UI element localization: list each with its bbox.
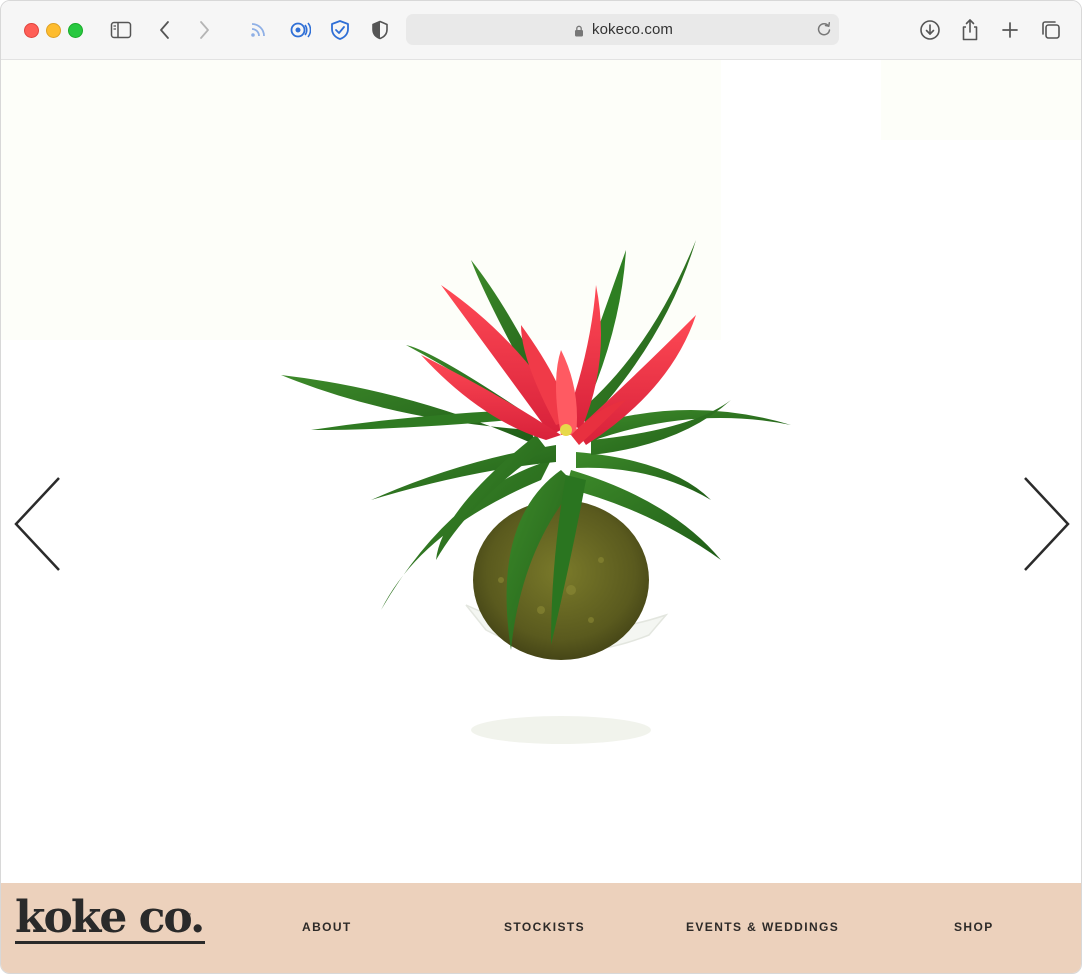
- extension-icon[interactable]: [286, 17, 312, 43]
- rss-icon[interactable]: [245, 17, 271, 43]
- nav-stockists-link[interactable]: STOCKISTS: [504, 920, 585, 934]
- new-tab-icon[interactable]: [997, 17, 1023, 43]
- privacy-shield-icon[interactable]: [367, 17, 393, 43]
- site-footer-nav: koke co. ™ ABOUT STOCKISTS EVENTS & WEDD…: [1, 883, 1081, 973]
- browser-toolbar: kokeco.com: [1, 1, 1081, 60]
- plant-image: [271, 230, 811, 755]
- address-bar[interactable]: kokeco.com: [406, 14, 839, 45]
- browser-window: kokeco.com koke co. ™ ABOUT STOCKISTS EV…: [0, 0, 1082, 974]
- zoom-window-button[interactable]: [68, 23, 83, 38]
- reload-icon[interactable]: [815, 20, 833, 43]
- close-window-button[interactable]: [24, 23, 39, 38]
- nav-shop-link[interactable]: SHOP: [954, 920, 994, 934]
- lock-icon: [574, 24, 584, 42]
- download-icon[interactable]: [917, 17, 943, 43]
- logo-underline: [15, 941, 205, 944]
- back-icon[interactable]: [152, 17, 178, 43]
- minimize-window-button[interactable]: [46, 23, 61, 38]
- url-text: kokeco.com: [592, 21, 674, 38]
- background-tint: [881, 60, 1081, 140]
- nav-events-weddings-link[interactable]: EVENTS & WEDDINGS: [686, 920, 839, 934]
- chevron-left-icon: [13, 476, 63, 577]
- site-logo[interactable]: koke co.: [15, 893, 205, 943]
- next-slide-button[interactable]: [1021, 476, 1071, 577]
- trademark-mark: ™: [185, 913, 191, 919]
- forward-icon[interactable]: [191, 17, 217, 43]
- previous-slide-button[interactable]: [13, 476, 63, 577]
- share-icon[interactable]: [957, 17, 983, 43]
- tab-overview-icon[interactable]: [1038, 17, 1064, 43]
- sidebar-icon[interactable]: [108, 17, 134, 43]
- shield-check-icon[interactable]: [327, 17, 353, 43]
- chevron-right-icon: [1021, 476, 1071, 577]
- nav-about-link[interactable]: ABOUT: [302, 920, 352, 934]
- hero-slideshow: [1, 60, 1081, 883]
